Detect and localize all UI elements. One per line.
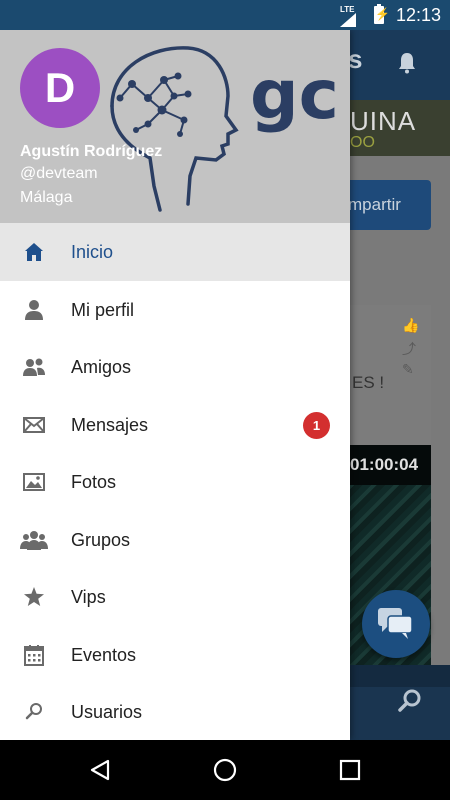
menu-item-amigos[interactable]: Amigos — [0, 338, 350, 396]
chat-icon — [378, 608, 413, 639]
brain-logo: gc — [110, 46, 339, 212]
toolbar-title: s — [348, 44, 363, 74]
user-handle: @devteam — [20, 165, 98, 182]
envelope-icon — [23, 416, 45, 433]
video-duration: 01:00:04 — [340, 445, 431, 485]
home-button-icon[interactable] — [213, 758, 237, 782]
post-text: ES ! — [352, 373, 385, 392]
menu-item-mi-perfil[interactable]: Mi perfil — [0, 281, 350, 339]
menu-item-label: Eventos — [71, 644, 137, 665]
video-thumbnail — [340, 485, 431, 690]
menu-item-inicio[interactable]: Inicio — [0, 223, 350, 281]
menu-item-label: Inicio — [71, 242, 114, 262]
banner-text: UINA — [350, 106, 417, 136]
star-icon — [24, 587, 44, 606]
menu-item-fotos[interactable]: Fotos — [0, 453, 350, 511]
person-icon — [25, 299, 43, 320]
banner-subtext: OO — [350, 134, 375, 151]
user-location: Málaga — [20, 189, 73, 206]
logo-text: gc — [250, 56, 339, 135]
battery-icon: ⚡ — [374, 4, 390, 24]
friends-icon — [23, 358, 45, 376]
photo-icon — [23, 473, 45, 491]
drawer-header: gc D Agustín Rodríguez @devteam Málaga — [0, 30, 350, 224]
status-bar: LTE ⚡ 12:13 — [0, 0, 450, 30]
menu-item-vips[interactable]: Vips — [0, 568, 350, 626]
share-button[interactable]: mpartir — [340, 180, 431, 230]
share-icon[interactable]: ⤴ — [402, 339, 418, 357]
search-icon[interactable] — [398, 688, 422, 712]
like-icon[interactable]: 👍 — [402, 317, 419, 333]
recents-icon[interactable] — [338, 758, 362, 782]
menu-item-label: Usuarios — [71, 702, 143, 722]
edit-icon[interactable]: ✎ — [402, 361, 418, 377]
ad-banner[interactable]: UINA OO — [350, 100, 450, 156]
menu-item-usuarios[interactable]: Usuarios — [0, 683, 350, 741]
signal-icon — [340, 13, 356, 27]
drawer-menu: Inicio Mi perfil Amigos Mensajes 1 Fotos… — [0, 223, 350, 741]
chat-fab[interactable] — [362, 590, 430, 658]
avatar[interactable]: D — [20, 48, 100, 128]
menu-item-label: Grupos — [71, 529, 131, 550]
group-icon — [20, 530, 48, 550]
menu-item-label: Mi perfil — [71, 299, 135, 320]
menu-item-label: Fotos — [71, 472, 117, 492]
unread-badge: 1 — [303, 411, 330, 439]
menu-item-mensajes[interactable]: Mensajes 1 — [0, 396, 350, 454]
menu-item-label: Vips — [71, 587, 106, 607]
menu-item-grupos[interactable]: Grupos — [0, 511, 350, 569]
home-icon — [25, 243, 43, 261]
user-name: Agustín Rodríguez — [20, 143, 163, 160]
clock: 12:13 — [396, 5, 442, 25]
back-icon[interactable] — [88, 758, 112, 782]
calendar-icon — [24, 644, 44, 666]
notification-bell-icon[interactable] — [398, 52, 416, 74]
menu-item-eventos[interactable]: Eventos — [0, 626, 350, 684]
navigation-drawer: gc D Agustín Rodríguez @devteam Málaga I… — [0, 30, 350, 740]
system-nav-bar — [0, 740, 450, 800]
post-card: 👍 ⤴ ✎ ES ! — [340, 305, 431, 455]
menu-item-label: Amigos — [71, 357, 132, 377]
menu-item-label: Mensajes — [71, 414, 149, 435]
search-icon — [25, 703, 42, 720]
